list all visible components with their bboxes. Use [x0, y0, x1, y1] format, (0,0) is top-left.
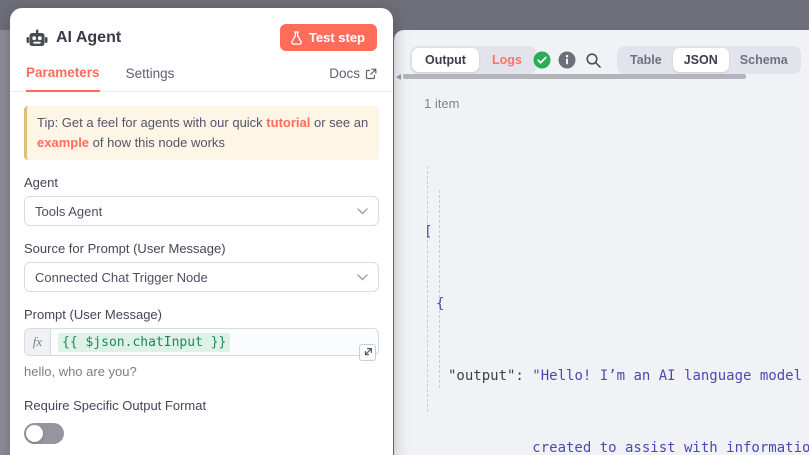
tab-json[interactable]: JSON	[673, 48, 729, 72]
parameters-form: Tip: Get a feel for agents with our quic…	[10, 92, 393, 444]
agent-field-label: Agent	[24, 175, 379, 190]
json-line: {	[424, 292, 809, 316]
node-details-panel: AI Agent Test step Parameters Settings D…	[10, 8, 393, 455]
external-link-icon	[365, 68, 377, 80]
node-header: AI Agent Test step	[10, 8, 393, 51]
prompt-source-select[interactable]: Connected Chat Trigger Node	[24, 262, 379, 292]
search-icon[interactable]	[585, 52, 602, 69]
json-output-view: [ { "output": "Hello! I’m an AI language…	[424, 124, 809, 455]
docs-label: Docs	[329, 66, 360, 81]
node-title: AI Agent	[56, 29, 280, 47]
expression-input[interactable]: {{ $json.chatInput }}	[51, 329, 378, 355]
view-mode-switch: Table JSON Schema	[617, 46, 801, 74]
output-format-toggle[interactable]	[24, 423, 64, 444]
robot-icon	[26, 28, 48, 48]
tip-text: Tip: Get a feel for agents with our quic…	[37, 115, 266, 130]
toggle-knob	[26, 425, 43, 442]
tab-logs[interactable]: Logs	[479, 48, 535, 72]
prompt-source-label: Source for Prompt (User Message)	[24, 241, 379, 256]
chevron-down-icon	[357, 208, 368, 215]
output-logs-switch: Output Logs	[410, 46, 537, 74]
items-count: 1 item	[424, 96, 459, 111]
expression-resolved-preview: hello, who are you?	[24, 364, 379, 379]
tab-schema[interactable]: Schema	[729, 48, 799, 72]
json-key: "output":	[448, 368, 532, 384]
scroll-left-arrow-icon[interactable]	[396, 74, 401, 80]
tab-settings[interactable]: Settings	[126, 66, 175, 91]
json-line: "output": "Hello! I’m an AI language mod…	[424, 364, 809, 388]
prompt-field-label: Prompt (User Message)	[24, 307, 379, 322]
json-line: [	[424, 220, 809, 244]
example-link[interactable]: example	[37, 135, 89, 150]
node-tabs: Parameters Settings Docs	[10, 51, 393, 92]
horizontal-scrollbar[interactable]	[403, 74, 746, 79]
prompt-source-value: Connected Chat Trigger Node	[35, 270, 208, 285]
tab-docs[interactable]: Docs	[329, 66, 377, 91]
tip-text-suffix: of how this node works	[89, 135, 225, 150]
json-line: created to assist with information,	[424, 436, 809, 455]
agent-select-value: Tools Agent	[35, 204, 102, 219]
tab-parameters[interactable]: Parameters	[26, 65, 100, 92]
expand-corner-icon	[362, 347, 373, 358]
success-check-icon	[533, 51, 551, 69]
tip-notice: Tip: Get a feel for agents with our quic…	[24, 106, 379, 160]
test-step-button[interactable]: Test step	[280, 24, 377, 51]
agent-select[interactable]: Tools Agent	[24, 196, 379, 226]
fx-badge: fx	[25, 329, 51, 355]
expression-value: {{ $json.chatInput }}	[58, 333, 230, 352]
tip-text-middle: or see an	[310, 115, 368, 130]
output-panel: Output Logs Table JSON Schema 1 item [ {…	[394, 30, 809, 455]
chevron-down-icon	[357, 274, 368, 281]
test-step-label: Test step	[309, 30, 365, 45]
tab-output[interactable]: Output	[412, 48, 479, 72]
expression-expand-button[interactable]	[359, 344, 376, 361]
output-format-label: Require Specific Output Format	[24, 398, 379, 413]
canvas-backdrop-strip	[0, 30, 10, 455]
info-icon[interactable]	[558, 51, 576, 69]
prompt-expression-field: fx {{ $json.chatInput }}	[24, 328, 379, 356]
json-string-value: "Hello! I’m an AI language model	[532, 368, 802, 384]
tutorial-link[interactable]: tutorial	[266, 115, 310, 130]
tab-table[interactable]: Table	[619, 48, 673, 72]
flask-icon	[290, 31, 303, 45]
